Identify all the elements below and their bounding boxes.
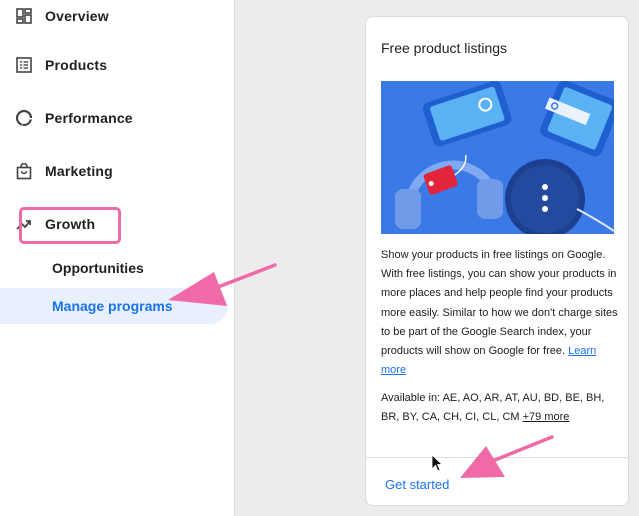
- sidebar: Overview Products Performance Marketing …: [0, 0, 235, 516]
- sidebar-item-performance[interactable]: Performance: [0, 100, 234, 136]
- sidebar-item-products[interactable]: Products: [0, 47, 234, 83]
- list-icon: [15, 56, 33, 74]
- sidebar-subitem-opportunities[interactable]: Opportunities: [0, 250, 234, 286]
- card-description: Show your products in free listings on G…: [381, 246, 619, 380]
- donut-chart-icon: [15, 109, 33, 127]
- sidebar-item-label: Products: [45, 57, 108, 73]
- sidebar-item-label: Performance: [45, 110, 133, 126]
- free-product-listings-card: Free product listings Show your products…: [365, 16, 629, 506]
- sidebar-subitem-label: Manage programs: [52, 298, 173, 314]
- sidebar-item-marketing[interactable]: Marketing: [0, 153, 234, 189]
- sidebar-item-overview[interactable]: Overview: [0, 0, 234, 34]
- sidebar-item-label: Marketing: [45, 163, 113, 179]
- sidebar-subitem-manage-programs[interactable]: Manage programs: [0, 288, 234, 324]
- card-title: Free product listings: [381, 40, 508, 56]
- more-countries-link[interactable]: +79 more: [523, 411, 570, 423]
- product-listings-illustration: [381, 81, 614, 234]
- growth-highlight-box: [19, 207, 121, 244]
- sidebar-subitem-label: Opportunities: [52, 260, 144, 276]
- card-divider: [366, 457, 628, 458]
- available-countries: Available in: AE, AO, AR, AT, AU, BD, BE…: [381, 392, 605, 424]
- sidebar-item-label: Overview: [45, 8, 109, 24]
- available-in-text: Available in: AE, AO, AR, AT, AU, BD, BE…: [381, 389, 619, 427]
- get-started-button[interactable]: Get started: [385, 477, 449, 492]
- shopping-bag-icon: [15, 162, 33, 180]
- description-text: Show your products in free listings on G…: [381, 249, 618, 358]
- dashboard-icon: [15, 7, 33, 25]
